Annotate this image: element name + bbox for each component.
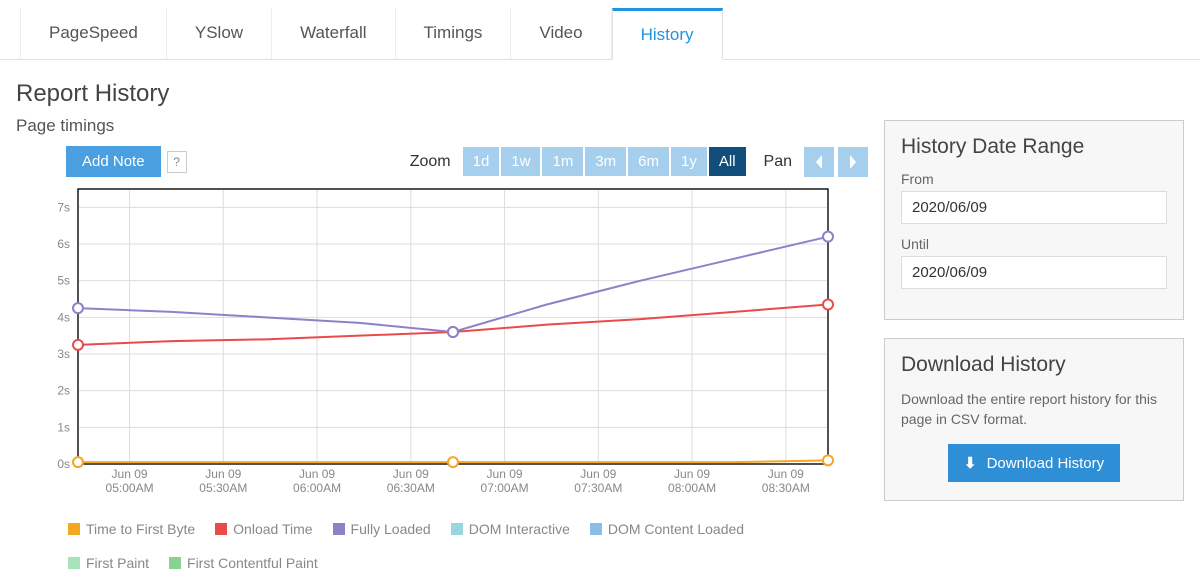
svg-text:Jun 09: Jun 09	[674, 467, 710, 481]
svg-text:7s: 7s	[57, 200, 70, 214]
page-subheading: Page timings	[16, 116, 868, 136]
tab-waterfall[interactable]: Waterfall	[272, 8, 395, 59]
svg-text:Jun 09: Jun 09	[299, 467, 335, 481]
svg-text:05:30AM: 05:30AM	[199, 481, 247, 495]
legend-label: DOM Content Loaded	[608, 521, 744, 537]
zoom-label: Zoom	[410, 153, 451, 171]
svg-text:08:30AM: 08:30AM	[762, 481, 810, 495]
tab-yslow[interactable]: YSlow	[167, 8, 272, 59]
legend-swatch	[451, 523, 463, 535]
add-note-button[interactable]: Add Note	[66, 146, 161, 177]
tab-timings[interactable]: Timings	[396, 8, 512, 59]
chart-legend: Time to First Byte Onload Time Fully Loade…	[68, 521, 828, 571]
legend-item[interactable]: Time to First Byte	[68, 521, 195, 537]
svg-text:5s: 5s	[57, 274, 70, 288]
zoom-1y-button[interactable]: 1y	[671, 147, 707, 176]
legend-item[interactable]: DOM Content Loaded	[590, 521, 744, 537]
tab-history[interactable]: History	[612, 8, 723, 60]
download-icon: ⬇	[964, 455, 977, 472]
tab-pagespeed[interactable]: PageSpeed	[20, 8, 167, 59]
zoom-all-button[interactable]: All	[709, 147, 746, 176]
help-icon[interactable]: ?	[167, 151, 187, 173]
download-button-label: Download History	[987, 455, 1105, 472]
line-chart: Jun 0905:00AMJun 0905:30AMJun 0906:00AMJ…	[36, 183, 846, 508]
legend-swatch	[215, 523, 227, 535]
svg-text:2s: 2s	[57, 384, 70, 398]
zoom-3m-button[interactable]: 3m	[585, 147, 626, 176]
legend-item[interactable]: DOM Interactive	[451, 521, 570, 537]
download-desc: Download the entire report history for t…	[901, 389, 1167, 430]
zoom-6m-button[interactable]: 6m	[628, 147, 669, 176]
legend-swatch	[333, 523, 345, 535]
until-input[interactable]	[901, 256, 1167, 289]
svg-text:06:00AM: 06:00AM	[293, 481, 341, 495]
svg-text:Jun 09: Jun 09	[768, 467, 804, 481]
svg-text:08:00AM: 08:00AM	[668, 481, 716, 495]
tabs-bar: PageSpeedYSlowWaterfallTimingsVideoHisto…	[0, 8, 1200, 60]
zoom-1w-button[interactable]: 1w	[501, 147, 540, 176]
date-range-title: History Date Range	[901, 135, 1167, 159]
svg-text:06:30AM: 06:30AM	[387, 481, 435, 495]
chart-container: Jun 0905:00AMJun 0905:30AMJun 0906:00AMJ…	[36, 183, 868, 513]
svg-text:6s: 6s	[57, 237, 70, 251]
pan-left-button[interactable]	[804, 147, 834, 177]
zoom-1d-button[interactable]: 1d	[463, 147, 500, 176]
zoom-1m-button[interactable]: 1m	[542, 147, 583, 176]
until-label: Until	[901, 236, 1167, 252]
chart-toolbar: Add Note ? Zoom 1d1w1m3m6m1yAll Pan	[66, 146, 868, 177]
pan-label: Pan	[764, 153, 792, 171]
svg-text:07:00AM: 07:00AM	[481, 481, 529, 495]
svg-text:05:00AM: 05:00AM	[106, 481, 154, 495]
svg-text:0s: 0s	[57, 457, 70, 471]
download-panel: Download History Download the entire rep…	[884, 338, 1184, 501]
svg-text:Jun 09: Jun 09	[205, 467, 241, 481]
legend-item[interactable]: Onload Time	[215, 521, 312, 537]
svg-text:Jun 09: Jun 09	[580, 467, 616, 481]
pan-right-button[interactable]	[838, 147, 868, 177]
zoom-group: 1d1w1m3m6m1yAll	[463, 147, 748, 176]
svg-text:07:30AM: 07:30AM	[574, 481, 622, 495]
legend-swatch	[590, 523, 602, 535]
legend-label: DOM Interactive	[469, 521, 570, 537]
svg-text:1s: 1s	[57, 420, 70, 434]
legend-swatch	[169, 557, 181, 569]
svg-text:Jun 09: Jun 09	[112, 467, 148, 481]
svg-text:Jun 09: Jun 09	[487, 467, 523, 481]
legend-swatch	[68, 523, 80, 535]
legend-label: Onload Time	[233, 521, 312, 537]
download-title: Download History	[901, 353, 1167, 377]
legend-swatch	[68, 557, 80, 569]
svg-text:3s: 3s	[57, 347, 70, 361]
legend-item[interactable]: Fully Loaded	[333, 521, 431, 537]
date-range-panel: History Date Range From Until	[884, 120, 1184, 320]
legend-label: Time to First Byte	[86, 521, 195, 537]
report-title: Report History	[16, 80, 868, 108]
from-label: From	[901, 171, 1167, 187]
tab-video[interactable]: Video	[511, 8, 611, 59]
download-history-button[interactable]: ⬇ Download History	[948, 444, 1120, 482]
from-input[interactable]	[901, 191, 1167, 224]
svg-text:4s: 4s	[57, 310, 70, 324]
pan-group	[804, 147, 868, 177]
svg-text:Jun 09: Jun 09	[393, 467, 429, 481]
legend-label: Fully Loaded	[351, 521, 431, 537]
